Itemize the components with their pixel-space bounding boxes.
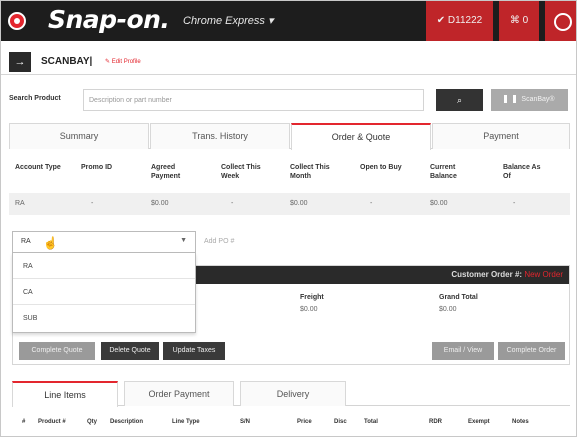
option-sub[interactable]: SUB bbox=[13, 305, 195, 331]
customer-order-number: Customer Order #: New Order bbox=[451, 270, 563, 279]
account-type-options: RA CA SUB bbox=[12, 253, 196, 333]
current-balance-value: $0.00 bbox=[430, 200, 448, 207]
scanbay-icon bbox=[504, 95, 517, 104]
col-balance-as-of: Balance As Of bbox=[503, 164, 541, 180]
account-table: Account Type Promo ID Agreed Payment Col… bbox=[9, 159, 570, 215]
account-type-value: RA bbox=[15, 200, 25, 207]
customer-bar: → SCANBAY| ✎ Edit Profile bbox=[1, 49, 576, 75]
tab-order-quote[interactable]: Order & Quote bbox=[291, 123, 431, 150]
col-collect-week: Collect This Week bbox=[221, 164, 261, 180]
product-switcher[interactable]: Chrome Express ▾ bbox=[183, 14, 274, 27]
complete-quote-button[interactable]: Complete Quote bbox=[19, 342, 95, 360]
add-po-link[interactable]: Add PO # bbox=[204, 238, 234, 245]
col-price: Price bbox=[297, 419, 312, 425]
col-sn: S/N bbox=[240, 419, 251, 425]
update-taxes-button[interactable]: Update Taxes bbox=[163, 342, 225, 360]
collect-week-value: - bbox=[231, 200, 234, 207]
clock-icon[interactable] bbox=[545, 1, 576, 41]
main-tabs: Summary Trans. History Order & Quote Pay… bbox=[9, 123, 570, 150]
col-exempt: Exempt bbox=[468, 419, 490, 425]
col-promo-id: Promo ID bbox=[81, 164, 113, 171]
brand-circle-icon[interactable] bbox=[8, 12, 26, 30]
top-bar: Snap-on. Chrome Express ▾ ✔ D11222 ⌘ 0 bbox=[1, 1, 576, 41]
col-account-type: Account Type bbox=[15, 164, 61, 171]
grand-total-label: Grand Total bbox=[439, 294, 478, 301]
col-description: Description bbox=[110, 419, 144, 425]
col-agreed-payment: Agreed Payment bbox=[151, 164, 181, 180]
tab-payment[interactable]: Payment bbox=[432, 123, 570, 149]
pointer-cursor-icon: ☝ bbox=[43, 236, 58, 250]
search-label: Search Product bbox=[9, 95, 61, 102]
col-qty: Qty bbox=[87, 419, 98, 425]
col-open-to-buy: Open to Buy bbox=[360, 164, 402, 171]
brand-logo: Snap-on. bbox=[48, 5, 170, 34]
complete-order-button[interactable]: Complete Order bbox=[498, 342, 565, 360]
search-input[interactable]: Description or part number bbox=[83, 89, 424, 111]
tab-line-items[interactable]: Line Items bbox=[12, 381, 118, 407]
customer-order-value[interactable]: New Order bbox=[524, 270, 563, 279]
account-type-select[interactable]: RA ☝ ▼ bbox=[12, 231, 196, 253]
col-total: Total bbox=[364, 419, 378, 425]
customer-name: SCANBAY| bbox=[41, 56, 93, 67]
tab-summary[interactable]: Summary bbox=[9, 123, 149, 149]
tab-trans-history[interactable]: Trans. History bbox=[150, 123, 290, 149]
col-product: Product # bbox=[38, 419, 66, 425]
line-items-header: # Product # Qty Description Line Type S/… bbox=[12, 414, 570, 434]
tab-delivery[interactable]: Delivery bbox=[240, 381, 346, 406]
search-row: Search Product Description or part numbe… bbox=[1, 86, 576, 114]
promo-id-value: - bbox=[91, 200, 94, 207]
col-disc: Disc bbox=[334, 419, 347, 425]
option-ca[interactable]: CA bbox=[13, 279, 195, 305]
delete-quote-button[interactable]: Delete Quote bbox=[101, 342, 159, 360]
account-type-selected: RA bbox=[21, 238, 31, 245]
freight-value: $0.00 bbox=[300, 306, 318, 313]
account-row: RA - $0.00 - $0.00 - $0.00 - bbox=[9, 193, 570, 215]
open-to-buy-value: - bbox=[370, 200, 373, 207]
scanbay-button[interactable]: ScanBay® bbox=[491, 89, 568, 111]
order-tabs: Line Items Order Payment Delivery bbox=[12, 381, 570, 407]
col-rdr: RDR bbox=[429, 419, 442, 425]
agreed-payment-value: $0.00 bbox=[151, 200, 169, 207]
account-header-row: Account Type Promo ID Agreed Payment Col… bbox=[9, 159, 570, 193]
col-collect-month: Collect This Month bbox=[290, 164, 330, 180]
col-notes: Notes bbox=[512, 419, 529, 425]
chevron-down-icon: ▼ bbox=[180, 237, 187, 244]
collect-month-value: $0.00 bbox=[290, 200, 308, 207]
scanbay-label: ScanBay® bbox=[521, 96, 555, 103]
customer-order-label: Customer Order #: bbox=[451, 270, 523, 279]
balance-as-of-value: - bbox=[513, 200, 516, 207]
col-line-type: Line Type bbox=[172, 419, 200, 425]
arrow-right-icon[interactable]: → bbox=[9, 52, 31, 72]
edit-profile-link[interactable]: ✎ Edit Profile bbox=[105, 58, 141, 65]
search-icon: ⌕ bbox=[456, 95, 463, 105]
col-current-balance: Current Balance bbox=[430, 164, 457, 180]
grand-total-value: $0.00 bbox=[439, 306, 457, 313]
search-button[interactable]: ⌕ bbox=[436, 89, 483, 111]
tab-order-payment[interactable]: Order Payment bbox=[124, 381, 234, 406]
freight-label: Freight bbox=[300, 294, 324, 301]
email-view-button[interactable]: Email / View bbox=[432, 342, 494, 360]
cart-button[interactable]: ⌘ 0 bbox=[499, 1, 539, 41]
user-id-button[interactable]: ✔ D11222 bbox=[426, 1, 493, 41]
col-number: # bbox=[22, 419, 26, 425]
app-frame: Snap-on. Chrome Express ▾ ✔ D11222 ⌘ 0 →… bbox=[0, 0, 577, 437]
option-ra[interactable]: RA bbox=[13, 253, 195, 279]
order-buttons: Complete Quote Delete Quote Update Taxes… bbox=[19, 342, 565, 360]
